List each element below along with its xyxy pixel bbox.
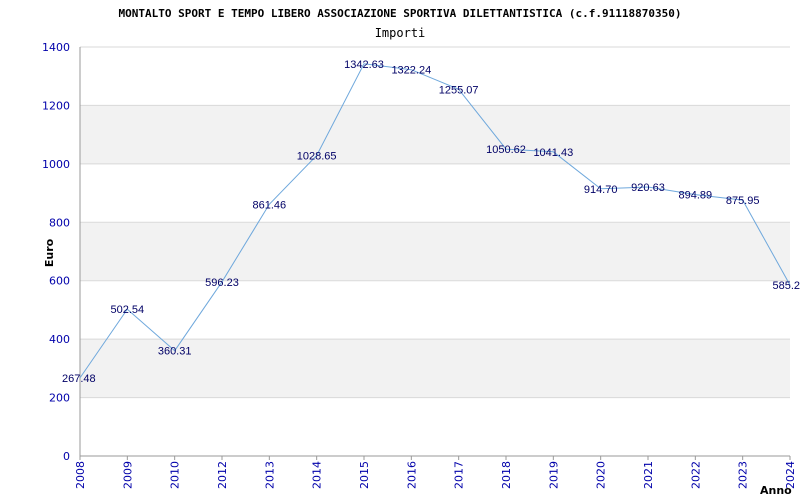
x-tick-label: 2022 <box>689 461 702 489</box>
data-label: 1028.65 <box>297 150 337 162</box>
y-tick-label: 0 <box>63 450 70 463</box>
x-tick-label: 2016 <box>405 461 418 489</box>
y-axis-label: Euro <box>43 238 56 267</box>
y-tick-label: 600 <box>49 275 70 288</box>
x-tick-label: 2023 <box>737 461 750 489</box>
y-tick-label: 1000 <box>42 158 70 171</box>
data-label: 585.2 <box>772 280 800 292</box>
data-label: 1322.24 <box>391 65 431 77</box>
data-label: 360.31 <box>158 346 192 358</box>
x-tick-label: 2017 <box>453 461 466 489</box>
x-axis-label: Anno <box>760 484 792 497</box>
chart-subtitle: Importi <box>375 26 426 40</box>
x-tick-label: 2018 <box>500 461 513 489</box>
y-tick-label: 1200 <box>42 99 70 112</box>
data-label: 920.63 <box>631 182 665 194</box>
data-label: 1041.43 <box>533 147 573 159</box>
data-label: 894.89 <box>679 190 713 202</box>
data-label: 914.70 <box>584 184 618 196</box>
x-tick-label: 2008 <box>74 461 87 489</box>
y-tick-label: 800 <box>49 216 70 229</box>
background-band <box>80 105 790 164</box>
data-label: 596.23 <box>205 277 239 289</box>
data-label: 875.95 <box>726 195 760 207</box>
chart-title: MONTALTO SPORT E TEMPO LIBERO ASSOCIAZIO… <box>119 7 682 20</box>
x-tick-label: 2015 <box>358 461 371 489</box>
line-chart: 0200400600800100012001400 2008 2009 2010 20… <box>42 7 800 497</box>
x-tick-label: 2009 <box>121 461 134 489</box>
data-label: 1342.63 <box>344 59 384 71</box>
y-tick-label: 400 <box>49 333 70 346</box>
data-label: 1255.07 <box>439 84 479 96</box>
y-tick-label: 200 <box>49 392 70 405</box>
x-tick-labels: 2008 2009 2010 2012 2013 2014 2015 2016 2017 2018… <box>74 456 797 489</box>
x-tick-label: 2010 <box>169 461 182 489</box>
x-tick-label: 2020 <box>595 461 608 489</box>
data-label: 1050.62 <box>486 144 526 156</box>
x-tick-label: 2012 <box>216 461 229 489</box>
data-label: 267.48 <box>62 373 96 385</box>
x-tick-label: 2014 <box>311 461 324 489</box>
x-tick-label: 2013 <box>263 461 276 489</box>
data-label: 502.54 <box>111 304 145 316</box>
data-label: 861.46 <box>253 199 287 211</box>
background-band <box>80 222 790 281</box>
x-tick-label: 2019 <box>547 461 560 489</box>
x-tick-label: 2021 <box>642 461 655 489</box>
y-tick-label: 1400 <box>42 41 70 54</box>
